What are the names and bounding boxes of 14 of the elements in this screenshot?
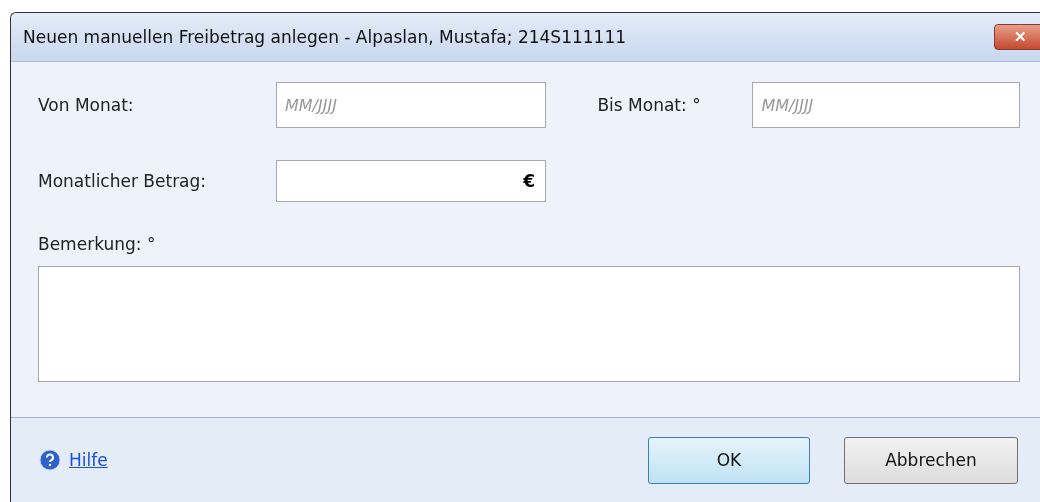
- input-field[interactable]: [38, 266, 1020, 382]
- help-icon: [39, 449, 61, 471]
- currency-symbol: €: [523, 171, 535, 191]
- field-label: Bemerkung: °: [38, 234, 157, 254]
- window-title: Neuen manuellen Freibetrag anlegen - Alpaslan, Mustafa; 214S111111: [23, 27, 627, 47]
- dialog-button[interactable]: OK: [648, 436, 810, 484]
- help-link[interactable]: Hilfe: [39, 449, 108, 471]
- field-label: Monatlicher Betrag:: [38, 171, 208, 191]
- input-field[interactable]: MM/JJJJ: [752, 82, 1020, 128]
- field-label: Von Monat:: [38, 95, 135, 115]
- input-field[interactable]: €: [276, 160, 546, 202]
- field-label: Bis Monat: °: [597, 95, 702, 115]
- dialog-button[interactable]: Abbrechen: [844, 436, 1018, 484]
- input-field[interactable]: MM/JJJJ: [276, 82, 546, 128]
